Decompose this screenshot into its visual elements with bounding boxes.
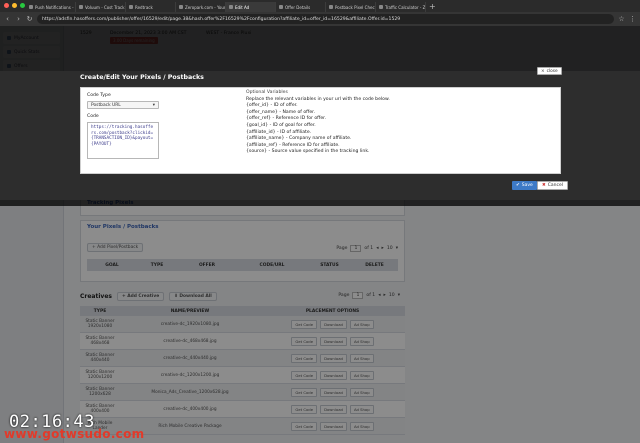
- forward-icon[interactable]: ›: [15, 15, 22, 23]
- favicon-icon: [129, 5, 133, 9]
- code-type-value: Postback URL: [91, 102, 121, 108]
- variable-item: {offer_ref} - Reference ID for offer.: [246, 116, 327, 122]
- modal-body: Code Type Postback URL ▾ Code https://tr…: [80, 87, 561, 174]
- browser-tab-bar: Push Notifications - Prop Voluum - Cost T…: [0, 0, 640, 12]
- pixel-modal: Create/Edit Your Pixels / Postbacks Code…: [0, 71, 640, 200]
- code-label: Code: [87, 114, 99, 119]
- reload-icon[interactable]: ↻: [26, 15, 33, 23]
- tab-strip: Push Notifications - Prop Voluum - Cost T…: [26, 0, 426, 12]
- modal-close-button[interactable]: × close: [537, 67, 562, 75]
- close-icon: ✖: [542, 183, 546, 188]
- browser-tab[interactable]: Postback Pixel Checker: [326, 2, 376, 12]
- cancel-button[interactable]: ✖ Cancel: [537, 181, 569, 190]
- maximize-window-icon[interactable]: [20, 3, 25, 8]
- browser-tab[interactable]: Voluum - Cost Tracking: [76, 2, 126, 12]
- browser-tab[interactable]: Push Notifications - Prop: [26, 2, 76, 12]
- close-window-icon[interactable]: [4, 3, 9, 8]
- chevron-down-icon: ▾: [152, 102, 155, 108]
- screen: Push Notifications - Prop Voluum - Cost T…: [0, 0, 640, 443]
- code-type-label: Code Type: [87, 93, 111, 98]
- check-icon: ✔: [516, 183, 520, 188]
- browser-tab-label: Zeropark.com - Your Campaign: [185, 4, 226, 10]
- browser-tab-label: Traffic Calculator - Zeropark: [385, 4, 426, 10]
- browser-tab[interactable]: Redtrack: [126, 2, 176, 12]
- favicon-icon: [29, 5, 33, 9]
- variable-item: {offer_id} - ID of offer.: [246, 103, 298, 109]
- cancel-label: Cancel: [547, 183, 564, 188]
- favicon-icon: [379, 5, 383, 9]
- variable-item: {source} - Source value specified in the…: [246, 149, 370, 155]
- favicon-icon: [179, 5, 183, 9]
- favicon-icon: [229, 5, 233, 9]
- save-button[interactable]: ✔ Save: [512, 181, 537, 190]
- code-type-select[interactable]: Postback URL ▾: [87, 101, 159, 109]
- favicon-icon: [329, 5, 333, 9]
- new-tab-icon[interactable]: +: [429, 2, 436, 11]
- favicon-icon: [279, 5, 283, 9]
- url-input[interactable]: https://adsfin.hasoffers.com/publisher/o…: [37, 14, 614, 24]
- close-label: close: [546, 68, 558, 74]
- vars-title: Optional Variables: [246, 90, 288, 95]
- browser-tab[interactable]: Edit Ad: [226, 2, 276, 12]
- back-icon[interactable]: ‹: [4, 15, 11, 23]
- browser-tab-label: Postback Pixel Checker: [335, 4, 375, 10]
- vars-list: {offer_id} - ID of offer. {offer_name} - …: [246, 103, 546, 156]
- close-icon: ×: [541, 68, 545, 74]
- code-textarea[interactable]: https://tracking.hasoffers.com/postback?…: [87, 122, 159, 159]
- browser-tab[interactable]: Offer Details: [276, 2, 326, 12]
- watermark: www.gotwsudo.com: [4, 427, 145, 441]
- variable-item: {affiliate_name} - Company name of affil…: [246, 136, 352, 142]
- browser-tab-label: Edit Ad: [235, 4, 250, 10]
- browser-tab-label: Voluum - Cost Tracking: [85, 4, 126, 10]
- menu-dots-icon[interactable]: ⋮: [629, 15, 636, 23]
- browser-tab-label: Push Notifications - Prop: [35, 4, 75, 10]
- variable-item: {goal_id} - ID of goal for offer.: [246, 122, 316, 128]
- save-label: Save: [521, 183, 533, 188]
- window-controls: [4, 3, 25, 8]
- browser-tab[interactable]: Traffic Calculator - Zeropark: [376, 2, 426, 12]
- minimize-window-icon[interactable]: [12, 3, 17, 8]
- browser-tab-label: Offer Details: [285, 4, 311, 10]
- address-bar: ‹ › ↻ https://adsfin.hasoffers.com/publi…: [0, 12, 640, 26]
- favicon-icon: [79, 5, 83, 9]
- browser-tab-label: Redtrack: [135, 4, 153, 10]
- optional-variables: Optional Variables Replace the relevant …: [246, 90, 546, 156]
- modal-title: Create/Edit Your Pixels / Postbacks: [80, 74, 204, 81]
- bookmark-star-icon[interactable]: ☆: [618, 15, 625, 23]
- browser-tab[interactable]: Zeropark.com - Your Campaign: [176, 2, 226, 12]
